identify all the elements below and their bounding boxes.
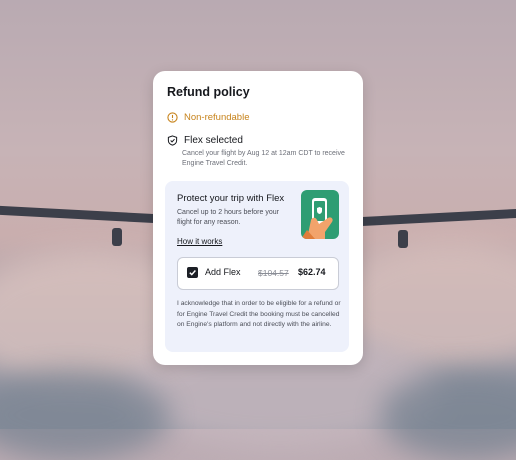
non-refundable-label: Non-refundable [184,112,250,123]
non-refundable-row: Non-refundable [167,112,250,123]
flex-selected-description: Cancel your flight by Aug 12 at 12am CDT… [182,150,345,167]
protect-trip-title: Protect your trip with Flex [177,193,285,204]
airplane-engine-right [398,230,408,248]
flex-selected-label: Flex selected [184,135,243,146]
phone-in-hand-icon [301,190,339,239]
airplane-engine-left [112,228,122,246]
add-flex-label: Add Flex [205,267,241,277]
refund-policy-card: Refund policy Non-refundable Flex select… [153,71,363,365]
info-circle-icon [167,112,178,123]
acknowledgement-text: I acknowledge that in order to be eligib… [177,300,341,329]
airplane-wing-right [362,208,516,227]
discounted-price: $62.74 [298,267,326,277]
add-flex-checkbox[interactable] [187,267,198,278]
flex-selected-row: Flex selected [167,135,243,146]
airplane-wing-left [0,205,156,224]
card-title: Refund policy [167,85,250,99]
how-it-works-link[interactable]: How it works [177,237,222,246]
original-price: $104.57 [258,268,289,278]
protect-trip-description: Cancel up to 2 hours before your flight … [177,209,279,226]
checkmark-icon [189,270,196,276]
protect-trip-panel: Protect your trip with Flex Cancel up to… [165,181,349,352]
add-flex-option[interactable]: Add Flex $104.57 $62.74 [177,257,339,290]
shield-check-icon [167,135,178,146]
